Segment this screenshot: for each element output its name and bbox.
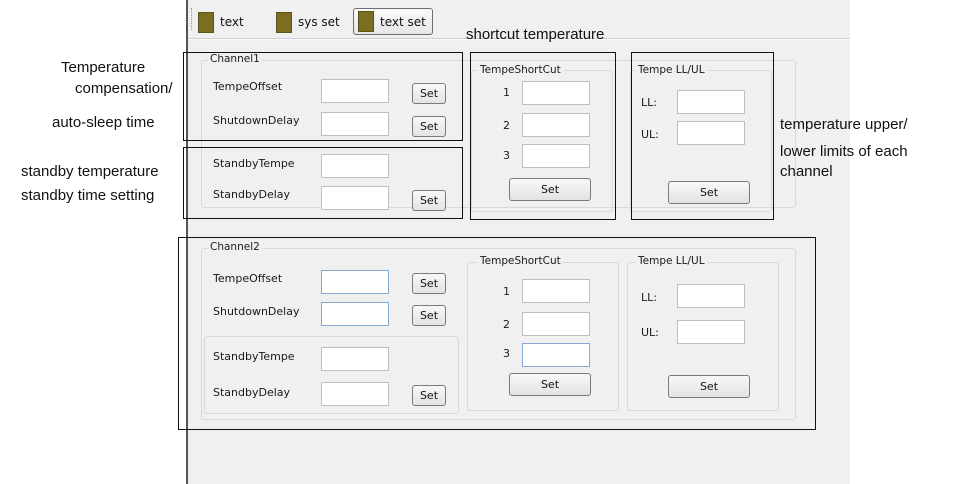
annotation-temperature: Temperature bbox=[61, 59, 146, 76]
highlight-box-shortcut bbox=[470, 52, 616, 220]
toolbar-button-label: sys set bbox=[298, 15, 340, 29]
annotation-auto-sleep: auto-sleep time bbox=[52, 114, 155, 131]
annotation-standby-time: standby time setting bbox=[21, 187, 155, 204]
annotation-limits-line2: lower limits of each bbox=[780, 143, 908, 160]
sys-set-icon bbox=[276, 11, 292, 33]
highlight-box-channel2 bbox=[178, 237, 816, 430]
toolbar-button-sys-set[interactable]: sys set bbox=[272, 9, 344, 35]
annotation-standby-temperature: standby temperature bbox=[21, 163, 159, 180]
highlight-box-compensation bbox=[183, 52, 463, 141]
annotation-limits-line3: channel bbox=[780, 163, 833, 180]
text-set-icon bbox=[358, 11, 374, 32]
annotation-limits-line1: temperature upper/ bbox=[780, 116, 908, 133]
toolbar-button-label: text set bbox=[380, 14, 426, 29]
highlight-box-limits bbox=[631, 52, 774, 220]
toolbar-button-text-set[interactable]: text set bbox=[353, 8, 433, 35]
toolbar-button-label: text bbox=[220, 15, 244, 29]
highlight-box-standby bbox=[183, 147, 463, 219]
text-icon bbox=[198, 11, 214, 33]
toolbar-button-text[interactable]: text bbox=[194, 9, 248, 35]
annotation-shortcut-temperature: shortcut temperature bbox=[466, 26, 605, 43]
annotation-compensation: compensation/ bbox=[75, 80, 173, 97]
